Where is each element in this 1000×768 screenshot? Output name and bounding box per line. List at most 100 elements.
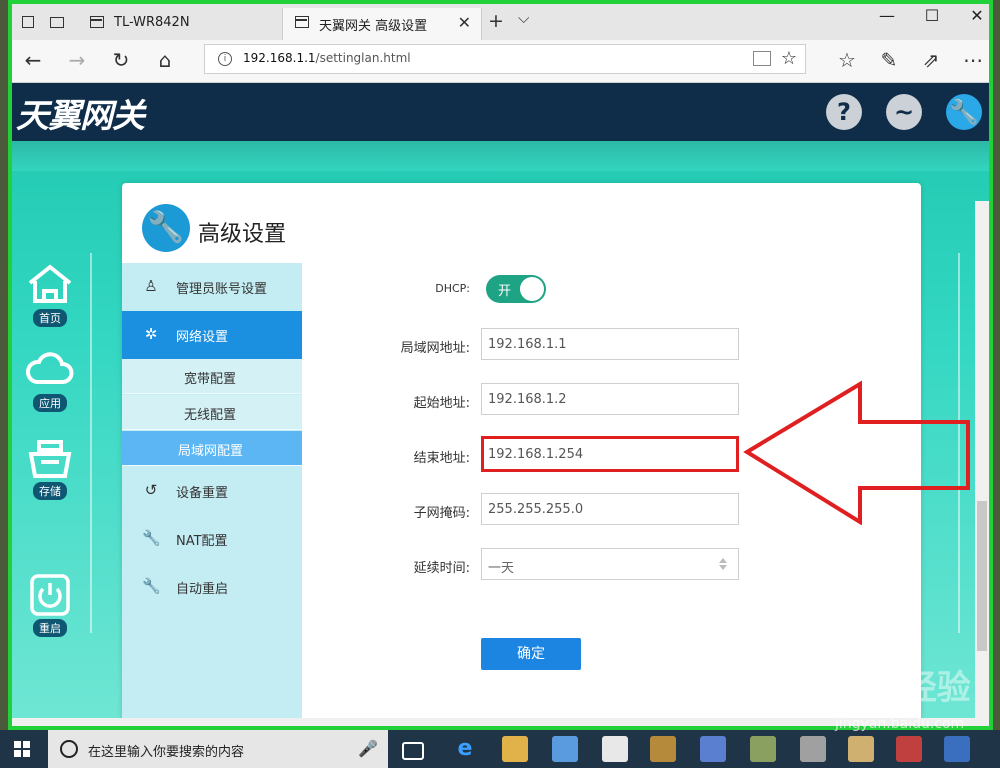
toggle-state: 开 <box>498 284 512 299</box>
highlight-box <box>481 436 739 472</box>
start-address-field[interactable]: 192.168.1.2 <box>481 383 739 415</box>
tab-label: TL-WR842N <box>114 15 190 30</box>
confirm-button[interactable]: 确定 <box>481 638 581 670</box>
end-address-label: 结束地址: <box>413 451 470 466</box>
router-page: 天翼网关 ? ~ 🔧 首页 应用 存储 重启 🔧 高级设置 ♙ 管理员账号设置 … <box>12 83 989 718</box>
scrollbar-thumb[interactable] <box>977 501 987 651</box>
maximize-button[interactable]: ☐ <box>912 6 952 25</box>
settings-menu: ♙ 管理员账号设置 ✲ 网络设置 宽带配置 无线配置 局域网配置 ↺ 设备重置 … <box>122 263 302 718</box>
submenu-item-lan[interactable]: 局域网配置 <box>122 431 302 466</box>
url-host: 192.168.1.1 <box>243 51 316 65</box>
store-icon[interactable] <box>552 736 578 762</box>
favorite-star-icon[interactable]: ☆ <box>781 48 797 69</box>
power-icon <box>25 573 75 617</box>
app-icon[interactable] <box>896 736 922 762</box>
lease-time-select[interactable]: 一天 <box>481 548 739 580</box>
more-icon[interactable]: ⋯ <box>958 48 988 72</box>
minimize-button[interactable]: — <box>867 6 907 25</box>
nav-label: 存储 <box>33 482 67 500</box>
menu-label: 设备重置 <box>176 486 229 501</box>
reset-icon: ↺ <box>144 481 158 499</box>
lease-time-value: 一天 <box>488 561 515 576</box>
mail-icon[interactable] <box>602 736 628 762</box>
gateway-logo: 天翼网关 <box>16 96 145 135</box>
address-bar[interactable]: i 192.168.1.1/settinglan.html ☆ <box>204 44 806 74</box>
reading-view-icon[interactable] <box>753 51 771 66</box>
menu-item-nat[interactable]: 🔧 NAT配置 <box>122 515 302 563</box>
settings-wrench-icon[interactable]: 🔧 <box>946 94 982 130</box>
share-icon[interactable]: ⇗ <box>916 48 946 72</box>
subnet-mask-field[interactable]: 255.255.255.0 <box>481 493 739 525</box>
task-view-icon[interactable] <box>402 742 424 760</box>
tab-bar: TL-WR842N 天翼网关 高级设置 ✕ + ⌵ — ☐ ✕ <box>12 4 989 40</box>
app-icon[interactable] <box>944 736 970 762</box>
taskbar-search[interactable]: 在这里输入你要搜索的内容 🎤 <box>48 730 388 768</box>
page-title: 高级设置 <box>198 222 287 247</box>
menu-item-device-reset[interactable]: ↺ 设备重置 <box>122 467 302 515</box>
chevron-down-icon[interactable]: ⌵ <box>518 9 529 27</box>
new-tab-button[interactable]: + <box>488 10 504 32</box>
edge-browser-icon[interactable]: e <box>452 736 478 762</box>
app-icon[interactable] <box>800 736 826 762</box>
subnet-mask-label: 子网掩码: <box>413 506 470 521</box>
app-icon[interactable] <box>848 736 874 762</box>
watermark-brand: Bai du 经验 <box>770 668 971 708</box>
submenu-item-broadband[interactable]: 宽带配置 <box>122 359 302 394</box>
nav-storage[interactable]: 存储 <box>18 436 82 500</box>
app-icon[interactable] <box>700 736 726 762</box>
nav-home[interactable]: 首页 <box>18 263 82 327</box>
help-icon[interactable]: ? <box>826 94 862 130</box>
submenu-item-wireless[interactable]: 无线配置 <box>122 395 302 430</box>
submenu-label: 无线配置 <box>184 408 237 423</box>
dhcp-row: DHCP: 开 <box>302 275 921 315</box>
watermark-url: jingyan.baidu.com <box>835 716 965 732</box>
menu-item-admin-account[interactable]: ♙ 管理员账号设置 <box>122 263 302 311</box>
lan-address-field[interactable]: 192.168.1.1 <box>481 328 739 360</box>
browser-window: TL-WR842N 天翼网关 高级设置 ✕ + ⌵ — ☐ ✕ ← → ↻ ⌂ … <box>8 0 993 730</box>
lan-address-row: 局域网地址: 192.168.1.1 <box>302 328 921 362</box>
menu-item-auto-reboot[interactable]: 🔧 自动重启 <box>122 563 302 611</box>
divider <box>90 253 92 633</box>
storage-icon <box>25 436 75 480</box>
menu-item-network-settings[interactable]: ✲ 网络设置 <box>122 311 302 359</box>
nav-apps[interactable]: 应用 <box>18 348 82 412</box>
status-icon[interactable]: ~ <box>886 94 922 130</box>
spinner-arrows-icon <box>719 558 727 570</box>
lease-time-label: 延续时间: <box>413 561 470 576</box>
file-explorer-icon[interactable] <box>502 736 528 762</box>
cloud-icon <box>25 348 75 392</box>
app-icon[interactable] <box>650 736 676 762</box>
lan-address-label: 局域网地址: <box>400 341 470 356</box>
forward-button[interactable]: → <box>62 48 92 72</box>
info-icon[interactable]: i <box>218 52 232 66</box>
tab-router-status[interactable]: TL-WR842N <box>78 8 278 40</box>
dhcp-toggle[interactable]: 开 <box>486 275 546 303</box>
home-button[interactable]: ⌂ <box>150 48 180 72</box>
close-window-button[interactable]: ✕ <box>957 6 989 25</box>
url-text[interactable]: 192.168.1.1/settinglan.html <box>243 51 411 65</box>
nav-reboot[interactable]: 重启 <box>18 573 82 637</box>
start-address-label: 起始地址: <box>413 396 470 411</box>
wrench-icon: 🔧 <box>142 204 190 252</box>
back-button[interactable]: ← <box>18 48 48 72</box>
favorites-hub-icon[interactable]: ☆ <box>832 48 862 72</box>
windows-start-icon[interactable] <box>14 741 30 757</box>
restore-tabs-icon[interactable] <box>50 17 64 28</box>
router-header: 天翼网关 ? ~ 🔧 <box>12 83 989 171</box>
vertical-scrollbar[interactable] <box>975 201 989 718</box>
user-icon: ♙ <box>144 277 158 295</box>
paint-icon[interactable] <box>750 736 776 762</box>
pen-icon[interactable]: ✎ <box>874 48 904 72</box>
close-tab-icon[interactable]: ✕ <box>458 13 471 32</box>
nav-label: 重启 <box>33 619 67 637</box>
menu-label: 自动重启 <box>176 582 229 597</box>
tab-advanced-settings[interactable]: 天翼网关 高级设置 ✕ <box>282 8 482 40</box>
refresh-button[interactable]: ↻ <box>106 48 136 72</box>
page-icon <box>295 16 309 28</box>
toggle-knob <box>520 277 544 301</box>
tabs-aside-icon[interactable] <box>22 16 34 28</box>
nav-label: 应用 <box>33 394 67 412</box>
microphone-icon[interactable]: 🎤 <box>358 739 378 758</box>
page-icon <box>90 16 104 28</box>
taskbar: 在这里输入你要搜索的内容 🎤 e <box>0 730 1000 768</box>
